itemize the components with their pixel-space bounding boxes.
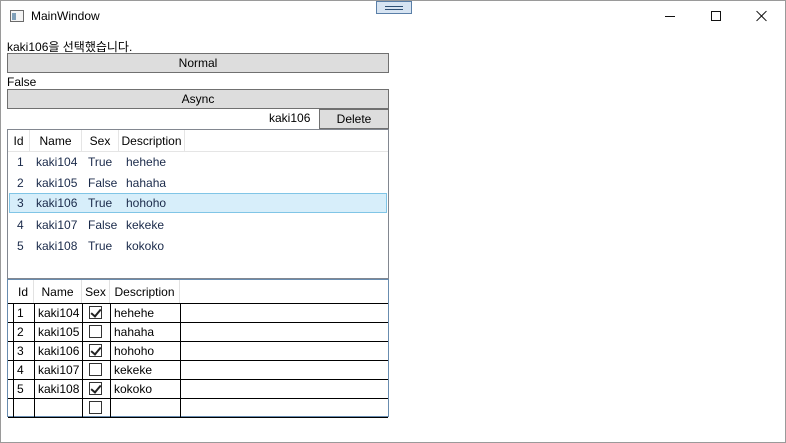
main-window: MainWindow kaki106을 선택했습니다. Normal False… xyxy=(0,0,786,443)
datagrid-filler-cell xyxy=(180,399,388,418)
selected-name-text: kaki106 xyxy=(269,111,311,125)
datagrid-cell-sex[interactable] xyxy=(82,342,110,361)
datagrid-cell-name[interactable]: kaki106 xyxy=(34,342,82,361)
listview-cell-name: kaki108 xyxy=(36,239,78,253)
listview-column-sex[interactable]: Sex xyxy=(82,130,119,152)
datagrid-cell-description[interactable]: kekeke xyxy=(110,361,180,380)
listview-row[interactable]: 4 kaki107 False kekeke xyxy=(9,215,387,235)
datagrid-column-id[interactable]: Id xyxy=(13,280,34,304)
listview-cell-id: 2 xyxy=(17,176,24,190)
datagrid-column-description[interactable]: Description xyxy=(110,280,180,304)
datagrid-row[interactable]: 5 kaki108 kokoko xyxy=(8,380,388,399)
sex-checkbox-unchecked[interactable] xyxy=(89,363,102,376)
app-icon xyxy=(10,10,24,22)
listview-cell-id: 3 xyxy=(17,196,24,210)
datagrid-row[interactable]: 1 kaki104 hehehe xyxy=(8,303,388,323)
datagrid-cell-description[interactable]: hahaha xyxy=(110,323,180,342)
datagrid-cell-description[interactable]: hehehe xyxy=(110,304,180,323)
datagrid-cell-description[interactable] xyxy=(110,399,180,418)
close-icon xyxy=(756,10,768,22)
datagrid-cell-sex[interactable] xyxy=(82,361,110,380)
sex-checkbox-checked[interactable] xyxy=(89,344,102,357)
listview-column-id[interactable]: Id xyxy=(8,130,30,152)
datagrid-row[interactable]: 2 kaki105 hahaha xyxy=(8,323,388,342)
listview-row-selected[interactable]: 3 kaki106 True hohoho xyxy=(9,193,387,213)
datagrid-cell-description[interactable]: kokoko xyxy=(110,380,180,399)
datagrid-filler-cell xyxy=(180,342,388,361)
delete-button[interactable]: Delete xyxy=(319,109,389,129)
datagrid-row[interactable]: 3 kaki106 hohoho xyxy=(8,342,388,361)
sex-checkbox-checked[interactable] xyxy=(89,306,102,319)
datagrid-cell-id[interactable]: 5 xyxy=(13,380,34,399)
datagrid-cell-id[interactable] xyxy=(13,399,34,418)
listview-cell-name: kaki105 xyxy=(36,176,78,190)
listview-cell-sex: True xyxy=(88,196,113,210)
listview-cell-sex: False xyxy=(88,176,118,190)
datagrid-cell-name[interactable] xyxy=(34,399,82,418)
window-title: MainWindow xyxy=(31,9,100,23)
listview-row[interactable]: 2 kaki105 False hahaha xyxy=(9,173,387,193)
datagrid-cell-name[interactable]: kaki105 xyxy=(34,323,82,342)
datagrid-cell-name[interactable]: kaki107 xyxy=(34,361,82,380)
listview-column-description[interactable]: Description xyxy=(119,130,185,152)
close-button[interactable] xyxy=(739,1,785,31)
listview-cell-id: 4 xyxy=(17,218,24,232)
datagrid-cell-name[interactable]: kaki104 xyxy=(34,304,82,323)
listview-cell-sex: True xyxy=(88,239,113,253)
datagrid-cell-id[interactable]: 1 xyxy=(13,304,34,323)
datagrid-column-name[interactable]: Name xyxy=(34,280,82,304)
datagrid-cell-sex[interactable] xyxy=(82,304,110,323)
maximize-icon xyxy=(711,11,721,21)
normal-button[interactable]: Normal xyxy=(7,53,389,73)
datagrid-filler-cell xyxy=(180,380,388,399)
listview-cell-description: kokoko xyxy=(126,239,165,253)
window-grip-handle[interactable] xyxy=(376,1,412,14)
flag-value: False xyxy=(7,75,37,89)
people-listview[interactable]: Id Name Sex Description 1 kaki104 True h… xyxy=(7,129,389,279)
datagrid-header: Id Name Sex Description xyxy=(8,280,388,304)
listview-cell-name: kaki107 xyxy=(36,218,78,232)
minimize-icon xyxy=(665,15,675,17)
listview-cell-description: hahaha xyxy=(126,176,167,190)
listview-row[interactable]: 5 kaki108 True kokoko xyxy=(9,236,387,256)
async-button[interactable]: Async xyxy=(7,89,389,109)
listview-cell-description: kekeke xyxy=(126,218,165,232)
listview-cell-id: 1 xyxy=(17,155,24,169)
datagrid-cell-id[interactable]: 3 xyxy=(13,342,34,361)
datagrid-cell-name[interactable]: kaki108 xyxy=(34,380,82,399)
listview-header: Id Name Sex Description xyxy=(8,130,388,152)
listview-cell-description: hehehe xyxy=(126,155,167,169)
listview-cell-description: hohoho xyxy=(126,196,167,210)
listview-row[interactable]: 1 kaki104 True hehehe xyxy=(9,152,387,172)
listview-cell-id: 5 xyxy=(17,239,24,253)
datagrid-cell-sex[interactable] xyxy=(82,323,110,342)
datagrid-cell-description[interactable]: hohoho xyxy=(110,342,180,361)
datagrid-cell-sex[interactable] xyxy=(82,399,110,418)
title-bar[interactable]: MainWindow xyxy=(1,1,785,31)
listview-cell-name: kaki104 xyxy=(36,155,78,169)
datagrid-cell-id[interactable]: 2 xyxy=(13,323,34,342)
datagrid-filler-cell xyxy=(180,323,388,342)
datagrid-cell-id[interactable]: 4 xyxy=(13,361,34,380)
datagrid-column-sex[interactable]: Sex xyxy=(82,280,110,304)
people-datagrid[interactable]: Id Name Sex Description 1 kaki104 hehehe… xyxy=(7,279,389,418)
listview-cell-name: kaki106 xyxy=(36,196,78,210)
datagrid-new-row[interactable] xyxy=(8,399,388,418)
datagrid-filler-cell xyxy=(180,361,388,380)
sex-checkbox-checked[interactable] xyxy=(89,382,102,395)
listview-cell-sex: False xyxy=(88,218,118,232)
maximize-button[interactable] xyxy=(693,1,739,31)
sex-checkbox-unchecked[interactable] xyxy=(89,325,102,338)
datagrid-row[interactable]: 4 kaki107 kekeke xyxy=(8,361,388,380)
sex-checkbox-unchecked[interactable] xyxy=(89,401,102,414)
minimize-button[interactable] xyxy=(647,1,693,31)
listview-column-name[interactable]: Name xyxy=(30,130,82,152)
datagrid-filler-cell xyxy=(180,304,388,323)
listview-cell-sex: True xyxy=(88,155,113,169)
datagrid-cell-sex[interactable] xyxy=(82,380,110,399)
